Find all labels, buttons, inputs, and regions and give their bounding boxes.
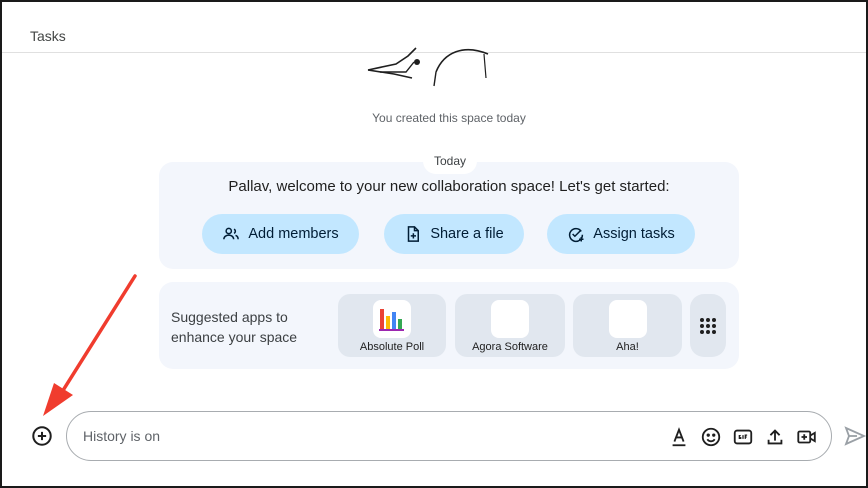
space-created-text: You created this space today	[372, 111, 526, 125]
send-icon[interactable]	[843, 424, 867, 448]
share-file-icon	[408, 226, 420, 242]
add-members-label: Add members	[248, 226, 339, 242]
tab-title: Tasks	[30, 28, 66, 44]
agora-software-icon	[491, 300, 529, 338]
suggested-apps-label-line1: Suggested apps to	[171, 309, 288, 325]
emoji-button[interactable]	[699, 425, 723, 449]
video-meeting-button[interactable]	[795, 425, 819, 449]
apps-grid-icon	[700, 317, 716, 334]
assign-tasks-icon	[569, 227, 584, 243]
suggested-apps-label: Suggested apps to enhance your space	[171, 307, 297, 347]
app-name: Aha!	[616, 341, 639, 353]
space-illustration	[367, 47, 489, 87]
app-tile-agora-software[interactable]: Agora Software	[455, 294, 565, 357]
upload-button[interactable]	[763, 425, 787, 449]
app-tile-aha[interactable]: Aha!	[573, 294, 682, 357]
format-text-button[interactable]	[667, 425, 691, 449]
gif-button[interactable]	[731, 425, 755, 449]
absolute-poll-icon	[373, 300, 411, 338]
format-text-icon	[672, 427, 686, 447]
date-divider: Today	[423, 148, 477, 174]
share-file-label: Share a file	[430, 226, 504, 242]
add-members-button[interactable]: Add members	[202, 214, 359, 254]
welcome-card: Pallav, welcome to your new collaboratio…	[159, 162, 739, 269]
video-meeting-icon	[797, 430, 816, 444]
gif-icon	[733, 429, 753, 445]
message-compose-box[interactable]	[66, 411, 832, 461]
more-apps-button[interactable]	[690, 294, 726, 357]
share-file-button[interactable]: Share a file	[384, 214, 524, 254]
welcome-message: Pallav, welcome to your new collaboratio…	[228, 178, 670, 195]
suggested-apps-label-line2: enhance your space	[171, 329, 298, 345]
app-tile-absolute-poll[interactable]: Absolute Poll	[338, 294, 446, 357]
assign-tasks-button[interactable]: Assign tasks	[547, 214, 695, 254]
aha-icon	[608, 300, 647, 338]
app-name: Absolute Poll	[359, 341, 425, 353]
assign-tasks-label: Assign tasks	[593, 226, 675, 242]
add-members-icon	[223, 227, 240, 240]
add-circle-icon[interactable]	[31, 425, 53, 447]
app-name: Agora Software	[472, 341, 548, 353]
upload-icon	[767, 429, 783, 445]
emoji-icon	[701, 427, 721, 447]
suggested-apps-card: Suggested apps to enhance your space Abs…	[159, 282, 739, 369]
message-input[interactable]	[83, 426, 643, 446]
